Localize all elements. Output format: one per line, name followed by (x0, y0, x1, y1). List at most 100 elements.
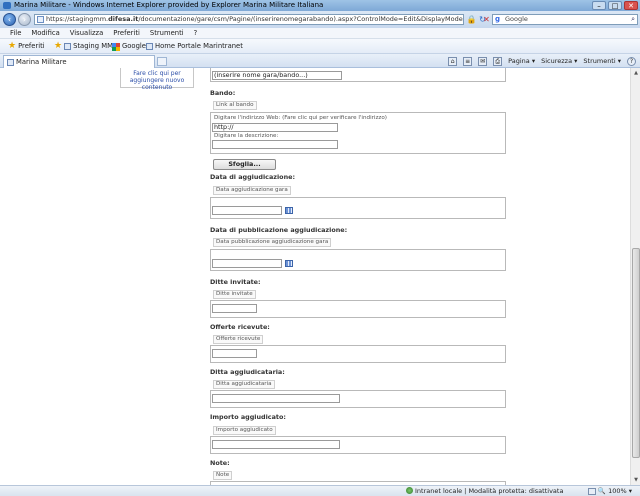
add-content-link[interactable]: Fare clic qui per aggiungere nuovo conte… (130, 70, 185, 91)
forward-button[interactable]: › (18, 13, 31, 26)
menu-file[interactable]: File (10, 28, 21, 38)
favorite-label: Staging MM (73, 42, 113, 50)
tab-label: Marina Militare (16, 58, 67, 66)
search-placeholder: Google (505, 15, 528, 23)
protected-mode-icon[interactable] (588, 488, 596, 495)
offerte-ricevute-chip: Offerte ricevute (213, 335, 264, 344)
tab-marina-militare[interactable]: Marina Militare (3, 55, 155, 68)
menu-help[interactable]: ? (194, 28, 198, 38)
add-content-zone[interactable]: Fare clic qui per aggiungere nuovo conte… (120, 68, 194, 91)
maximize-button[interactable]: □ (608, 1, 622, 10)
browse-button[interactable]: Sfoglia... (213, 159, 276, 170)
menu-preferiti[interactable]: Preferiti (113, 28, 140, 38)
close-window-button[interactable]: ✕ (624, 1, 638, 10)
data-pubblicazione-chip: Data pubblicazione aggiudicazione gara (213, 238, 332, 247)
menu-strumenti[interactable]: Strumenti (150, 28, 184, 38)
help-icon[interactable]: ? (627, 56, 636, 66)
bando-url-input[interactable]: http:// (212, 123, 338, 132)
offerte-ricevute-label: Offerte ricevute: (210, 323, 270, 331)
calendar-icon[interactable] (285, 260, 293, 267)
zoom-value: 100% (608, 487, 627, 495)
favorite-google[interactable]: Google (112, 39, 146, 54)
globe-icon (406, 487, 413, 494)
favorites-label: Preferiti (18, 42, 45, 50)
data-aggiudicazione-input[interactable] (212, 206, 282, 215)
search-input[interactable]: g Google ⌕ (492, 14, 638, 25)
security-menu[interactable]: Sicurezza ▾ (541, 54, 577, 68)
tools-menu[interactable]: Strumenti ▾ (583, 54, 621, 68)
bando-desc-input[interactable] (212, 140, 338, 149)
data-pubblicazione-input[interactable] (212, 259, 282, 268)
minimize-button[interactable]: – (592, 1, 606, 10)
favorite-staging-mm[interactable]: ★ Staging MM (54, 39, 113, 54)
print-icon[interactable]: ⎙ (493, 56, 503, 66)
favorites-button[interactable]: ★ Preferiti (8, 39, 45, 54)
google-logo-icon: g (495, 15, 501, 23)
title-input[interactable]: (inserire nome gara/bando...) (212, 71, 342, 80)
ditte-invitate-input[interactable] (212, 304, 257, 313)
url-path: /documentazione/gare/csm/Pagine/(inserir… (138, 15, 464, 23)
zoom-icon: 🔍 (597, 487, 606, 495)
lock-icon[interactable]: 🔒 (466, 14, 477, 25)
scroll-up-arrow-icon[interactable]: ▲ (632, 69, 640, 77)
add-favorite-icon[interactable]: ★ (54, 39, 62, 54)
data-aggiudicazione-chip: Data aggiudicazione gara (213, 186, 291, 195)
star-icon: ★ (8, 41, 17, 51)
bando-desc-hint: Digitare la descrizione: (214, 133, 279, 139)
data-aggiudicazione-label: Data di aggiudicazione: (210, 173, 296, 181)
favorites-bar: ★ Preferiti ★ Staging MM Google Home Por… (0, 39, 640, 54)
importo-aggiudicato-chip: Importo aggiudicato (213, 426, 276, 435)
url-prefix: https://stagingmm. (46, 15, 109, 23)
favorite-label: Home Portale Marintranet (155, 42, 243, 50)
mail-icon[interactable]: ✉ (478, 56, 488, 66)
menu-visualizza[interactable]: Visualizza (70, 28, 103, 38)
menu-bar: File Modifica Visualizza Preferiti Strum… (0, 28, 640, 39)
address-toolbar: ‹ › https://stagingmm.difesa.it/document… (0, 11, 640, 28)
ditta-aggiudicataria-label: Ditta aggiudicataria: (210, 368, 285, 376)
zoom-level[interactable]: 🔍 100% ▾ (598, 486, 632, 496)
google-icon (112, 42, 120, 51)
data-pubblicazione-label: Data di pubblicazione aggiudicazione: (210, 226, 348, 234)
url-domain: difesa.it (108, 15, 139, 23)
ie-logo-icon (3, 2, 11, 9)
favorite-label: Google (122, 42, 146, 50)
ditte-invitate-chip: Ditte invitate (213, 290, 256, 299)
page-content: Fare clic qui per aggiungere nuovo conte… (0, 68, 630, 485)
feeds-icon[interactable]: ≡ (463, 56, 473, 66)
importo-aggiudicato-input[interactable] (212, 440, 340, 449)
scroll-down-arrow-icon[interactable]: ▼ (632, 476, 640, 484)
ditta-aggiudicataria-input[interactable] (212, 394, 340, 403)
stop-icon[interactable]: ✕ (481, 14, 492, 25)
page-icon (37, 16, 44, 23)
importo-aggiudicato-label: Importo aggiudicato: (210, 413, 286, 421)
menu-modifica[interactable]: Modifica (31, 28, 59, 38)
note-chip: Note (213, 471, 233, 480)
page-icon (7, 59, 14, 66)
window-title: Marina Militare - Windows Internet Explo… (14, 1, 324, 9)
address-input[interactable]: https://stagingmm.difesa.it/documentazio… (34, 14, 464, 25)
command-bar: ⌂ ≡ ✉ ⎙ Pagina ▾ Sicurezza ▾ Strumenti ▾… (448, 54, 636, 68)
security-zone[interactable]: Intranet locale | Modalità protetta: dis… (406, 486, 563, 496)
tab-bar: Marina Militare ⌂ ≡ ✉ ⎙ Pagina ▾ Sicurez… (0, 54, 640, 68)
ditte-invitate-label: Ditte invitate: (210, 278, 261, 286)
search-icon[interactable]: ⌕ (631, 15, 635, 24)
offerte-ricevute-input[interactable] (212, 349, 257, 358)
page-menu[interactable]: Pagina ▾ (508, 54, 535, 68)
home-icon[interactable]: ⌂ (448, 56, 458, 66)
status-bar: Intranet locale | Modalità protetta: dis… (0, 485, 640, 496)
window-title-bar: Marina Militare - Windows Internet Explo… (0, 0, 640, 11)
calendar-icon[interactable] (285, 207, 293, 214)
vertical-scrollbar[interactable]: ▲ ▼ (630, 68, 640, 485)
page-icon (64, 43, 72, 50)
back-button[interactable]: ‹ (3, 13, 16, 26)
favorite-home-portale[interactable]: Home Portale Marintranet (146, 39, 243, 54)
bando-chip: Link al bando (213, 101, 257, 110)
scrollbar-thumb[interactable] (632, 248, 640, 458)
page-icon (146, 43, 153, 50)
ditta-aggiudicataria-chip: Ditta aggiudicataria (213, 380, 275, 389)
bando-label: Bando: (210, 89, 236, 97)
note-label: Note: (210, 459, 230, 467)
bando-url-hint[interactable]: Digitare l'indirizzo Web: (Fare clic qui… (214, 115, 387, 121)
zone-text: Intranet locale | Modalità protetta: dis… (415, 487, 564, 495)
new-tab-button[interactable] (157, 57, 167, 66)
